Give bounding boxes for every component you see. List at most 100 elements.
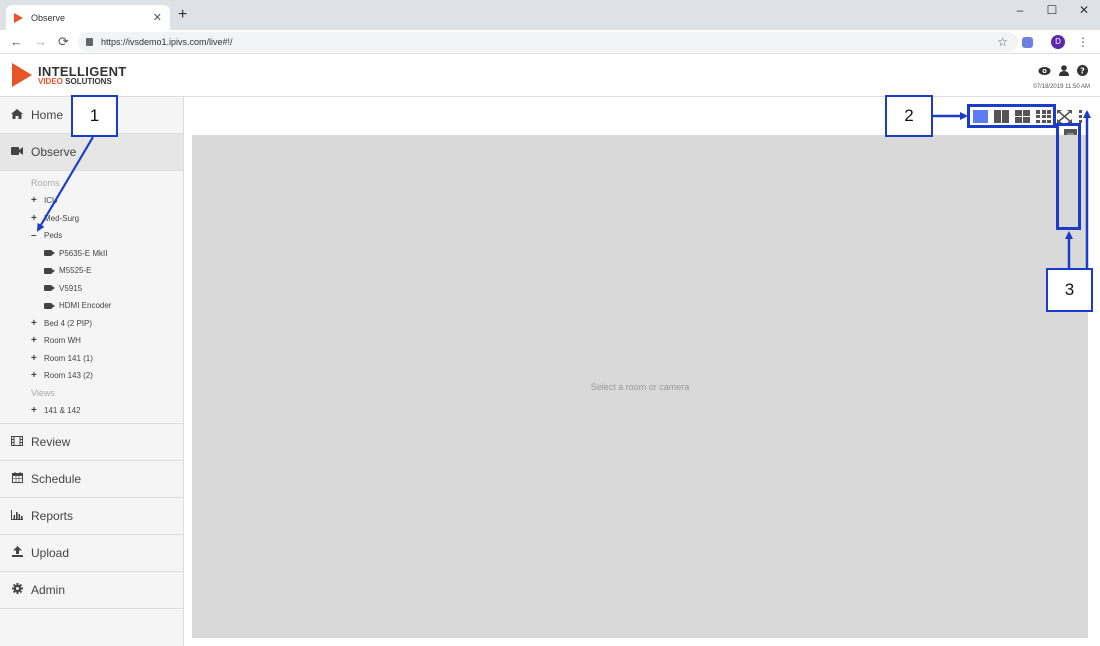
eye-icon[interactable] <box>1038 65 1051 79</box>
more-layouts-icon[interactable] <box>1078 110 1083 123</box>
room-item[interactable]: – Peds <box>0 227 183 245</box>
expand-toggle-icon[interactable]: + <box>31 192 44 210</box>
url-text: https://ivsdemo1.ipivs.com/live#!/ <box>101 37 233 47</box>
sidebar-item-reports[interactable]: Reports <box>0 498 183 535</box>
sidebar-item-label: Review <box>31 435 71 449</box>
video-camera-icon <box>10 146 24 158</box>
tab-title: Observe <box>31 12 66 23</box>
tab-close-icon[interactable]: ✕ <box>153 11 162 24</box>
tree-item-label: Bed 4 (2 PIP) <box>44 318 93 328</box>
tree-item-label: Peds <box>44 231 63 240</box>
tree-item-label: 141 & 142 <box>44 405 81 415</box>
room-item[interactable]: + Room WH <box>0 332 183 350</box>
annotation-3: 3 <box>1046 268 1093 312</box>
reload-icon[interactable]: ⟳ <box>58 34 72 50</box>
extension-icon[interactable] <box>1022 37 1033 48</box>
placeholder-text: Select a room or camera <box>590 381 690 392</box>
room-item[interactable]: + Bed 4 (2 PIP) <box>0 315 183 333</box>
dropdown-highlight <box>1056 123 1081 230</box>
video-viewport[interactable]: Select a room or camera <box>192 135 1088 638</box>
camera-label: M5525-E <box>59 266 92 275</box>
sidebar-item-review[interactable]: Review <box>0 424 183 461</box>
tree-item-label: Med-Surg <box>44 213 80 223</box>
bar-chart-icon <box>10 509 24 523</box>
svg-text:?: ? <box>1080 67 1085 76</box>
browser-tab[interactable]: Observe ✕ <box>6 5 170 30</box>
main-panel: Select a room or camera <box>185 97 1100 646</box>
sidebar: Home Observe Rooms + ICU + Med-Surg – Peds P5… <box>0 97 184 646</box>
room-item[interactable]: + Room 141 (1) <box>0 350 183 368</box>
annotation-2: 2 <box>885 95 933 137</box>
sidebar-item-admin[interactable]: Admin <box>0 572 183 609</box>
url-field[interactable]: https://ivsdemo1.ipivs.com/live#!/ ☆ <box>78 32 1018 52</box>
browser-tab-bar: Observe ✕ + – ☐ ✕ <box>0 0 1100 30</box>
minimize-icon[interactable]: – <box>1004 0 1036 22</box>
camera-item[interactable]: P5635-E MkII <box>0 245 183 263</box>
new-tab-button[interactable]: + <box>178 6 187 24</box>
sidebar-item-observe[interactable]: Observe <box>0 134 183 171</box>
profile-avatar[interactable]: D <box>1051 35 1065 49</box>
camera-item[interactable]: M5525-E <box>0 262 183 280</box>
room-item[interactable]: + Room 143 (2) <box>0 367 183 385</box>
video-camera-icon <box>44 267 55 274</box>
view-item[interactable]: +141 & 142 <box>0 402 183 420</box>
room-tree: Rooms + ICU + Med-Surg – Peds P5635-E MkII M55… <box>0 171 183 424</box>
camera-label: V5915 <box>59 283 83 293</box>
lock-icon <box>86 38 93 46</box>
window-controls: – ☐ ✕ <box>1004 0 1100 22</box>
expand-toggle-icon[interactable]: + <box>31 350 44 368</box>
rooms-heading: Rooms <box>31 178 60 188</box>
video-camera-icon <box>44 250 55 257</box>
logo-triangle-icon <box>12 63 32 87</box>
window-close-icon[interactable]: ✕ <box>1068 0 1100 22</box>
maximize-icon[interactable]: ☐ <box>1036 0 1068 22</box>
tree-item-label: ICU <box>44 196 58 205</box>
expand-toggle-icon[interactable]: + <box>31 367 44 385</box>
upload-icon <box>10 546 24 560</box>
film-icon <box>10 435 24 449</box>
room-item[interactable]: + ICU <box>0 192 183 210</box>
sidebar-item-label: Home <box>31 108 64 122</box>
sidebar-item-label: Reports <box>31 509 74 523</box>
sidebar-item-upload[interactable]: Upload <box>0 535 183 572</box>
camera-label: P5635-E MkII <box>59 248 108 258</box>
sidebar-item-label: Upload <box>31 546 70 560</box>
tree-item-label: Room 143 (2) <box>44 371 93 380</box>
camera-label: HDMI Encoder <box>59 301 112 310</box>
logo-line2b: SOLUTIONS <box>62 76 112 86</box>
video-camera-icon <box>44 285 55 292</box>
calendar-icon <box>10 472 24 486</box>
gear-icon <box>10 583 24 597</box>
room-item[interactable]: + Med-Surg <box>0 210 183 228</box>
help-icon[interactable]: ? <box>1077 65 1088 79</box>
back-icon[interactable]: ← <box>10 34 24 49</box>
sidebar-item-label: Admin <box>31 583 66 597</box>
sidebar-item-schedule[interactable]: Schedule <box>0 461 183 498</box>
logo-line2a: VIDEO <box>38 76 63 86</box>
expand-toggle-icon[interactable]: + <box>31 332 44 350</box>
browser-menu-icon[interactable]: ⋮ <box>1077 35 1089 49</box>
expand-toggle-icon[interactable]: – <box>31 227 44 245</box>
sidebar-item-label: Observe <box>31 145 77 159</box>
bookmark-star-icon[interactable]: ☆ <box>997 35 1008 49</box>
header-icons: ? <box>1038 65 1088 79</box>
fullscreen-icon[interactable] <box>1057 110 1072 123</box>
camera-item[interactable]: HDMI Encoder <box>0 297 183 315</box>
annotation-1: 1 <box>71 95 118 137</box>
tree-item-label: Room 141 (1) <box>44 353 93 363</box>
user-icon[interactable] <box>1059 65 1069 79</box>
expand-toggle-icon[interactable]: + <box>31 210 44 228</box>
ivs-logo: INTELLIGENT VIDEO SOLUTIONS <box>12 63 127 87</box>
video-camera-icon <box>44 302 55 309</box>
forward-icon[interactable]: → <box>34 34 48 49</box>
header-timestamp: 07/18/2019 11:50 AM <box>1033 84 1090 90</box>
expand-toggle-icon[interactable]: + <box>31 402 44 420</box>
home-icon <box>10 108 24 122</box>
views-heading: Views <box>31 387 55 398</box>
sidebar-item-label: Schedule <box>31 472 82 486</box>
expand-toggle-icon[interactable]: + <box>31 315 44 333</box>
address-bar: ← → ⟳ https://ivsdemo1.ipivs.com/live#!/… <box>0 30 1100 54</box>
camera-item[interactable]: V5915 <box>0 280 183 298</box>
toolbar-highlight <box>967 104 1056 128</box>
app-header: INTELLIGENT VIDEO SOLUTIONS ? 07/18/2019… <box>0 55 1100 97</box>
